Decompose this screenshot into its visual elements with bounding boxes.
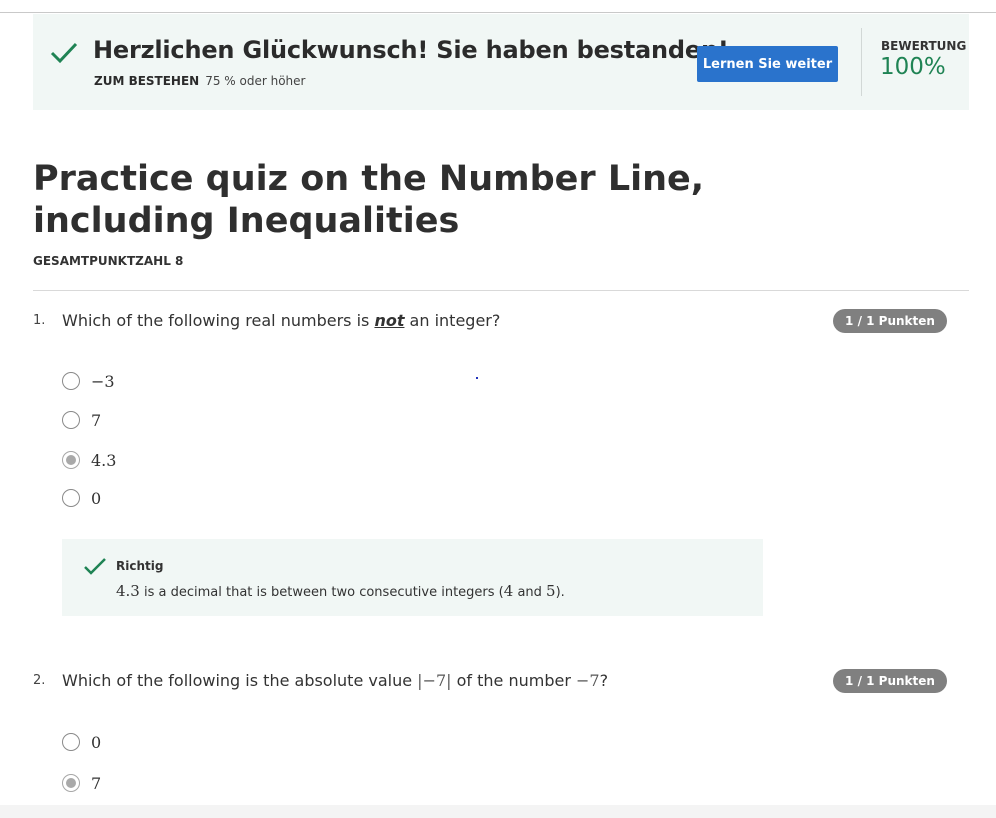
result-banner: Herzlichen Glückwunsch! Sie haben bestan… <box>33 14 969 110</box>
answer-option[interactable]: −3 <box>62 370 115 392</box>
question-text: Which of the following is the absolute v… <box>62 671 608 690</box>
points-badge: 1 / 1 Punkten <box>833 669 947 693</box>
feedback-text-part: is a decimal that is between two consecu… <box>139 585 504 600</box>
math-value: 4 <box>503 582 514 600</box>
answer-option[interactable]: 7 <box>62 409 101 431</box>
pass-value: 75 % oder höher <box>205 74 306 88</box>
bottom-bar <box>0 805 996 818</box>
option-label: 7 <box>91 410 102 430</box>
option-label: 4.3 <box>91 450 117 470</box>
answer-option[interactable]: 0 <box>62 731 101 753</box>
answer-option[interactable]: 0 <box>62 487 101 509</box>
question-text-part: Which of the following is the absolute v… <box>62 671 418 690</box>
option-label: 0 <box>91 488 102 508</box>
radio-button-selected[interactable] <box>62 451 80 469</box>
radio-button[interactable] <box>62 411 80 429</box>
feedback-text-part: and <box>513 585 547 600</box>
pass-requirement: ZUM BESTEHEN 75 % oder höher <box>94 74 305 88</box>
math-value: 4.3 <box>116 582 140 600</box>
radio-button[interactable] <box>62 733 80 751</box>
grade-label: BEWERTUNG <box>881 39 967 53</box>
question-text: Which of the following real numbers is n… <box>62 311 500 330</box>
question-text-part: of the number <box>451 671 577 690</box>
question-text-part: an integer? <box>404 311 501 330</box>
option-label: −3 <box>91 371 115 391</box>
total-points: GESAMTPUNKTZAHL 8 <box>33 254 184 268</box>
question-emphasis: not <box>374 311 405 330</box>
checkmark-icon <box>50 42 78 64</box>
feedback-title: Richtig <box>116 559 164 573</box>
math-expression: −7 <box>576 671 600 690</box>
points-badge: 1 / 1 Punkten <box>833 309 947 333</box>
top-divider <box>0 12 996 13</box>
banner-title: Herzlichen Glückwunsch! Sie haben bestan… <box>93 36 729 64</box>
checkmark-icon <box>84 558 106 575</box>
option-label: 7 <box>91 773 102 793</box>
question-number: 1. <box>33 313 46 328</box>
option-label: 0 <box>91 732 102 752</box>
radio-button[interactable] <box>62 372 80 390</box>
math-value: 5 <box>546 582 556 600</box>
question-number: 2. <box>33 673 46 688</box>
question-text-part: Which of the following real numbers is <box>62 311 375 330</box>
cursor-dot <box>476 377 478 379</box>
continue-learning-button[interactable]: Lernen Sie weiter <box>697 46 838 82</box>
feedback-text: 4.3 is a decimal that is between two con… <box>116 582 565 600</box>
math-expression: |−7| <box>417 671 452 690</box>
answer-option[interactable]: 7 <box>62 772 101 794</box>
question-text-part: ? <box>599 671 609 690</box>
page-title: Practice quiz on the Number Line, includ… <box>33 159 705 241</box>
feedback-box: Richtig 4.3 is a decimal that is between… <box>62 539 763 616</box>
pass-label: ZUM BESTEHEN <box>94 74 200 88</box>
section-divider <box>33 290 969 291</box>
grade-value: 100% <box>880 54 946 80</box>
feedback-text-part: ). <box>555 585 565 600</box>
answer-option[interactable]: 4.3 <box>62 449 116 471</box>
banner-divider <box>861 28 862 96</box>
radio-button-selected[interactable] <box>62 774 80 792</box>
radio-button[interactable] <box>62 489 80 507</box>
